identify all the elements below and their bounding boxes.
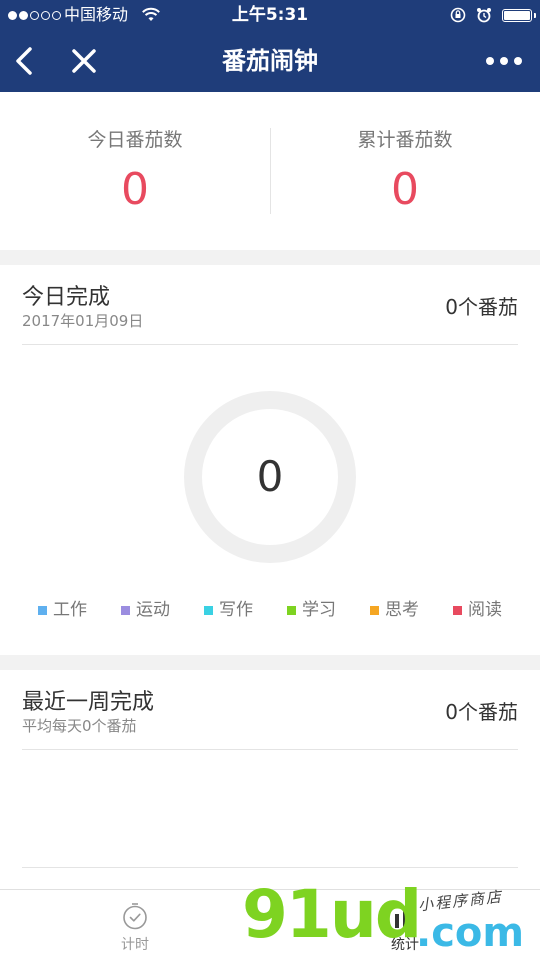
today-completed-title: 今日完成 [22, 285, 111, 310]
battery-icon [502, 8, 536, 22]
today-tomato-value: 0 [121, 164, 149, 215]
total-tomato-stat: 累计番茄数 0 [270, 92, 540, 250]
legend-label: 写作 [219, 600, 253, 620]
bar-chart-icon [395, 908, 415, 928]
legend-label: 工作 [53, 600, 87, 620]
legend-label: 学习 [302, 600, 336, 620]
tab-bar: 计时 统计 [0, 889, 540, 960]
today-completed-card: 今日完成 2017年01月09日 0个番茄 0 工作 运动 写作 学习 思考 阅… [0, 265, 540, 655]
more-options-icon[interactable] [486, 50, 522, 72]
alarm-icon [477, 8, 491, 23]
tab-stats[interactable]: 统计 [270, 890, 540, 960]
week-completed-title: 最近一周完成 [22, 690, 155, 715]
rotation-lock-icon [450, 7, 466, 23]
legend-swatch [287, 606, 296, 615]
legend-swatch [453, 606, 462, 615]
back-icon[interactable] [10, 45, 40, 77]
week-divider [22, 749, 518, 750]
week-completed-card: 最近一周完成 平均每天0个番茄 0个番茄 [0, 670, 540, 890]
week-chart-baseline [22, 867, 518, 868]
today-completed-count: 0个番茄 [445, 295, 518, 319]
status-bar: 中国移动 上午5:31 [0, 0, 540, 30]
legend-label: 思考 [385, 600, 419, 620]
tab-stats-label: 统计 [391, 937, 419, 953]
legend-swatch [121, 606, 130, 615]
week-completed-count: 0个番茄 [445, 700, 518, 724]
nav-bar: 番茄闹钟 [0, 30, 540, 92]
legend-swatch [370, 606, 379, 615]
tab-timer[interactable]: 计时 [0, 890, 270, 960]
legend-swatch [38, 606, 47, 615]
tab-timer-label: 计时 [121, 937, 149, 953]
legend-swatch [204, 606, 213, 615]
today-tomato-label: 今日番茄数 [87, 129, 183, 151]
legend-label: 阅读 [468, 600, 502, 620]
today-date: 2017年01月09日 [22, 312, 144, 330]
week-average: 平均每天0个番茄 [22, 717, 137, 735]
total-tomato-label: 累计番茄数 [357, 129, 453, 151]
category-legend: 工作 运动 写作 学习 思考 阅读 [0, 598, 540, 622]
summary-card: 今日番茄数 0 累计番茄数 0 [0, 92, 540, 250]
total-tomato-value: 0 [391, 164, 419, 215]
close-icon[interactable] [68, 45, 100, 77]
today-divider [22, 344, 518, 345]
today-tomato-stat: 今日番茄数 0 [0, 92, 270, 250]
stopwatch-icon [123, 903, 147, 930]
today-donut-value: 0 [256, 452, 284, 501]
legend-label: 运动 [136, 600, 170, 620]
